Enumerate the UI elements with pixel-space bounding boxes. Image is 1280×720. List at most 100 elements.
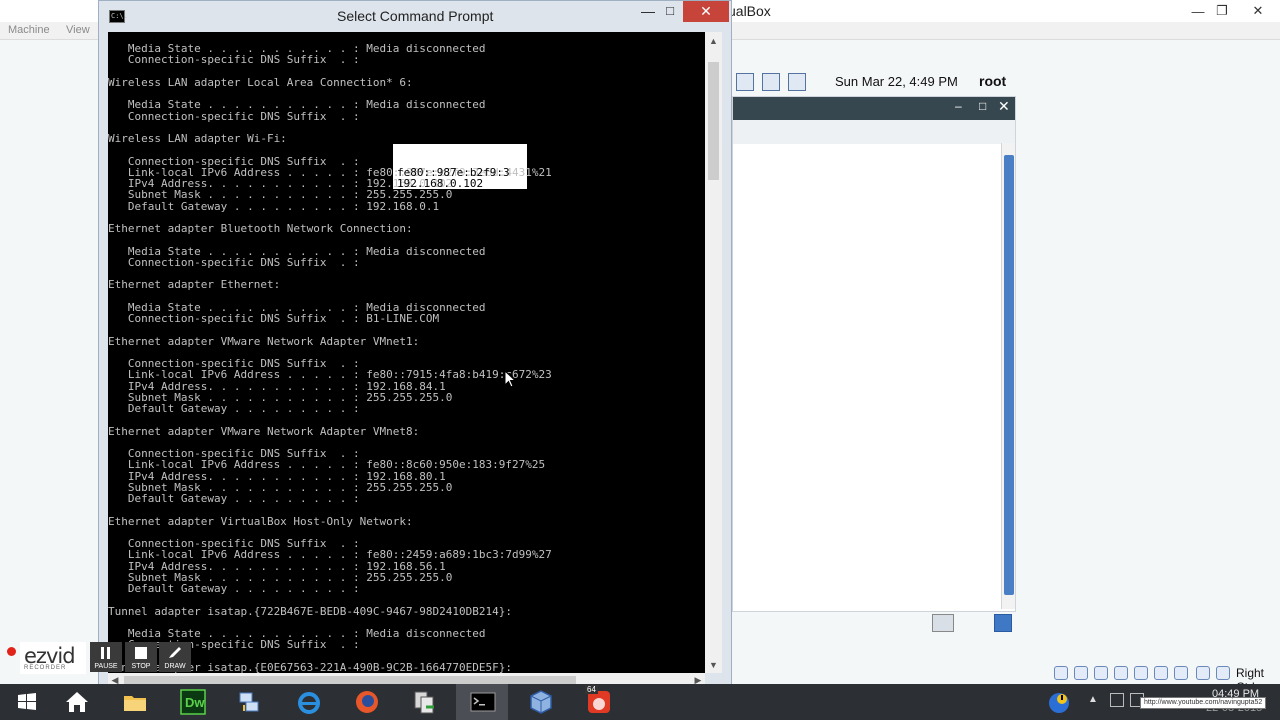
- home-icon: [66, 692, 88, 712]
- draw-label: DRAW: [164, 663, 186, 670]
- console-line: Ethernet adapter Bluetooth Network Conne…: [108, 222, 413, 235]
- console-line: Wireless LAN adapter Local Area Connecti…: [108, 75, 413, 89]
- pause-icon: [101, 647, 110, 659]
- console-line: Connection-specific DNS Suffix . : B1-LI…: [108, 312, 440, 325]
- console-line: Tunnel adapter isatap.{722B467E-BEDB-409…: [108, 604, 512, 618]
- console-line: Media State . . . . . . . . . . . : Medi…: [108, 98, 486, 112]
- terminal-launcher-icon[interactable]: [932, 614, 954, 632]
- network-tool-icon: [239, 692, 259, 712]
- ezvid-pause-button[interactable]: PAUSE: [90, 642, 122, 672]
- ezvid-logo: ezvid RECORDER: [20, 642, 86, 674]
- scroll-up-arrow-icon[interactable]: ▲: [705, 34, 722, 48]
- hard-disk-icon[interactable]: [1054, 666, 1068, 680]
- guest-window-toolbar: [733, 120, 1015, 144]
- command-prompt-maximize-button[interactable]: □: [657, 3, 683, 23]
- console-line: Ethernet adapter Ethernet:: [108, 278, 281, 292]
- console-line: Ethernet adapter VMware Network Adapter …: [108, 424, 420, 438]
- system-tray: ▲ 04:49 PM 22-03-2015 http://www.youtube…: [1040, 684, 1280, 720]
- network-status-icon[interactable]: [1110, 693, 1124, 707]
- guest-scrollbar[interactable]: [1001, 143, 1015, 609]
- taskbar-dreamweaver[interactable]: Dw: [166, 684, 218, 720]
- mouse-integration-icon[interactable]: [1196, 666, 1210, 680]
- usb-icon[interactable]: [1134, 666, 1148, 680]
- file-manager-icon: [414, 691, 434, 714]
- console-line: Connection-specific DNS Suffix . :: [108, 255, 360, 269]
- taskbar-command-prompt[interactable]: [456, 684, 508, 720]
- pause-label: PAUSE: [94, 663, 118, 670]
- console-output[interactable]: Media State . . . . . . . . . . . : Medi…: [108, 32, 705, 673]
- menu-machine[interactable]: Machine: [8, 24, 50, 36]
- taskbar-home[interactable]: [50, 684, 102, 720]
- virtualbox-restore-button[interactable]: ❐: [1210, 0, 1234, 22]
- windows-logo-icon: [18, 693, 36, 710]
- recording-indicator-icon: [7, 647, 16, 656]
- guest-clock[interactable]: Sun Mar 22, 4:49 PM: [835, 74, 958, 89]
- virtualbox-icon: [530, 690, 552, 714]
- keyboard-icon[interactable]: [1216, 666, 1230, 680]
- volume-icon[interactable]: [736, 73, 754, 91]
- scroll-down-arrow-icon[interactable]: ▼: [705, 658, 722, 672]
- network-icon[interactable]: [762, 73, 780, 91]
- action-center-icon[interactable]: [1046, 690, 1072, 716]
- ezvid-subtitle: RECORDER: [24, 665, 67, 671]
- ezvid-draw-button[interactable]: DRAW: [159, 642, 191, 672]
- console-line: Default Gateway . . . . . . . . . :: [108, 582, 360, 595]
- console-line: Subnet Mask . . . . . . . . . . . : 255.…: [108, 188, 453, 202]
- clipboard-icon[interactable]: [788, 73, 806, 91]
- stop-label: STOP: [131, 663, 151, 670]
- command-prompt-app-icon[interactable]: C:\.: [109, 10, 128, 23]
- menu-view[interactable]: View: [66, 24, 90, 36]
- console-line: Connection-specific DNS Suffix . :: [108, 109, 360, 123]
- guest-window: – □ ✕: [732, 96, 1016, 612]
- network-adapter-icon[interactable]: [1114, 666, 1128, 680]
- virtualbox-minimize-button[interactable]: —: [1186, 0, 1210, 22]
- taskbar-file-explorer[interactable]: [108, 684, 160, 720]
- guest-close-button[interactable]: ✕: [998, 98, 1010, 115]
- console-line: Link-local IPv6 Address . . . . . : fe80…: [108, 458, 546, 472]
- console-line: Ethernet adapter VirtualBox Host-Only Ne…: [108, 514, 413, 528]
- vertical-scrollbar-thumb[interactable]: [708, 62, 719, 180]
- virtualbox-title: ualBox: [728, 3, 771, 19]
- taskbar-firefox[interactable]: [340, 684, 392, 720]
- command-prompt-titlebar[interactable]: C:\. Select Command Prompt — □ ✕: [99, 1, 731, 31]
- workspace-icon[interactable]: [994, 614, 1012, 632]
- taskbar-network-tool[interactable]: [222, 684, 274, 720]
- tooltip-url: http://www.youtube.com/navingupta52: [1140, 697, 1267, 709]
- tray-overflow-icon[interactable]: ▲: [1088, 694, 1098, 705]
- guest-window-titlebar[interactable]: – □ ✕: [733, 97, 1015, 120]
- guest-user[interactable]: root: [979, 73, 1006, 89]
- virtualbox-close-button[interactable]: ✕: [1236, 0, 1280, 22]
- guest-minimize-button[interactable]: –: [955, 99, 962, 113]
- vertical-scrollbar[interactable]: ▲ ▼: [705, 32, 722, 673]
- optical-drive-icon[interactable]: [1074, 666, 1088, 680]
- console-line: Ethernet adapter VMware Network Adapter …: [108, 334, 420, 348]
- audio-icon[interactable]: [1094, 666, 1108, 680]
- taskbar-file-manager[interactable]: [398, 684, 450, 720]
- virtualbox-statusbar: Right Ctrl: [1050, 664, 1280, 694]
- guest-maximize-button[interactable]: □: [979, 99, 986, 113]
- windows-taskbar: Dw 64 ▲ 04:49 PM http://www.youtube.com/…: [0, 684, 1280, 720]
- taskbar-recorder[interactable]: 64: [572, 684, 624, 720]
- display-icon[interactable]: [1174, 666, 1188, 680]
- ezvid-stop-button[interactable]: STOP: [125, 642, 157, 672]
- taskbar-internet-explorer[interactable]: [282, 684, 334, 720]
- guest-scrollbar-thumb[interactable]: [1004, 155, 1014, 595]
- stop-icon: [135, 647, 147, 659]
- shared-folder-icon[interactable]: [1154, 666, 1168, 680]
- console-line: Tunnel adapter isatap.{E0E67563-221A-490…: [108, 660, 512, 673]
- console-line: Default Gateway . . . . . . . . . :: [108, 402, 360, 415]
- folder-icon: [124, 696, 146, 711]
- ezvid-recorder-overlay: ezvid RECORDER PAUSE STOP DRAW: [0, 642, 192, 674]
- console-line: Default Gateway . . . . . . . . . :: [108, 492, 360, 505]
- start-button[interactable]: [0, 684, 52, 720]
- taskbar-virtualbox[interactable]: [514, 684, 566, 720]
- console-line: Default Gateway . . . . . . . . . : 192.…: [108, 199, 440, 213]
- console-line: Connection-specific DNS Suffix . :: [108, 638, 360, 652]
- console-line: Connection-specific DNS Suffix . :: [108, 53, 360, 67]
- command-prompt-title: Select Command Prompt: [337, 8, 494, 24]
- command-prompt-close-button[interactable]: ✕: [683, 1, 729, 22]
